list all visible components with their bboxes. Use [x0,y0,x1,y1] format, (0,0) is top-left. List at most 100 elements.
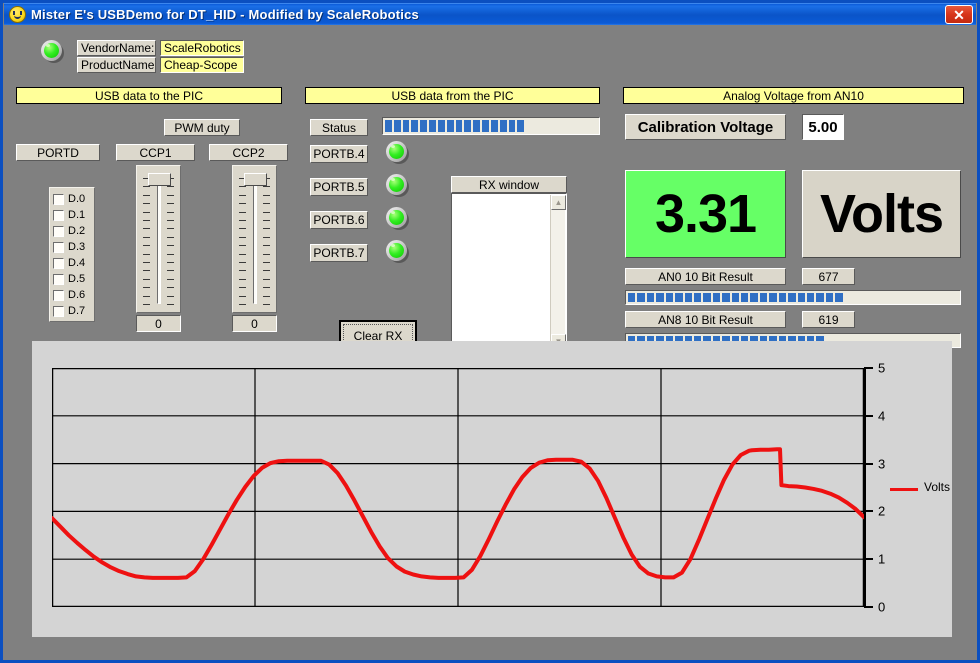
voltage-unit-label: Volts [802,170,961,258]
chart-y-tick [864,367,873,369]
ccp1-slider[interactable] [136,165,181,313]
ccp1-slider-thumb[interactable] [148,173,171,186]
portb-label: PORTB.7 [310,244,368,262]
progress-block [464,120,471,132]
progress-block [647,293,654,302]
portb-led [386,174,409,197]
progress-block [491,120,498,132]
an0-progress-blocks [628,293,845,302]
an0-result-value: 677 [802,268,855,285]
progress-block [826,293,833,302]
scroll-up-icon[interactable]: ▲ [551,195,566,210]
usb-to-pic-header: USB data to the PIC [16,87,282,104]
chart-y-tick-label: 4 [878,408,885,423]
calibration-voltage-label: Calibration Voltage [625,114,786,140]
checkbox-icon[interactable] [53,306,64,317]
progress-block [685,293,692,302]
progress-block [807,293,814,302]
ccp2-slider-ticks-left [239,178,246,304]
progress-block [788,293,795,302]
portd-checkbox-label: D.3 [68,242,85,253]
product-name-value: Cheap-Scope [160,57,244,73]
progress-block [456,120,463,132]
progress-block [447,120,454,132]
progress-block [835,293,842,302]
progress-block [473,120,480,132]
portd-checkbox-row[interactable]: D.0 [53,192,95,207]
checkbox-icon[interactable] [53,210,64,221]
checkbox-icon[interactable] [53,258,64,269]
progress-block [722,293,729,302]
calibration-voltage-value[interactable]: 5.00 [802,114,844,140]
portd-checkbox-row[interactable]: D.4 [53,256,95,271]
chart-y-tick-label: 5 [878,361,885,376]
chart-y-tick [864,415,873,417]
vendor-name-value: ScaleRobotics [160,40,244,56]
progress-block [628,293,635,302]
chart-y-tick-label: 1 [878,552,885,567]
chart-y-tick [864,463,873,465]
progress-block [769,293,776,302]
ccp1-slider-ticks-left [143,178,150,304]
an8-result-value: 619 [802,311,855,328]
progress-block [656,293,663,302]
chart-legend-swatch [890,488,918,491]
portd-checkbox-label: D.5 [68,274,85,285]
progress-block [703,293,710,302]
usb-from-pic-header: USB data from the PIC [305,87,600,104]
checkbox-icon[interactable] [53,290,64,301]
progress-block [732,293,739,302]
progress-block [816,293,823,302]
voltage-chart-plot [52,368,864,607]
voltage-chart-panel: 012345 Volts [32,341,952,637]
pwm-duty-label: PWM duty [164,119,240,136]
checkbox-icon[interactable] [53,242,64,253]
progress-block [420,120,427,132]
progress-block [509,120,516,132]
portd-checkbox-row[interactable]: D.6 [53,288,95,303]
vendor-name-label: VendorName: [77,40,156,56]
checkbox-icon[interactable] [53,274,64,285]
progress-block [713,293,720,302]
analog-voltage-header: Analog Voltage from AN10 [623,87,964,104]
progress-block [482,120,489,132]
ccp2-slider[interactable] [232,165,277,313]
portd-checkbox-label: D.4 [68,258,85,269]
ccp2-slider-thumb[interactable] [244,173,267,186]
progress-block [694,293,701,302]
portd-checkbox-row[interactable]: D.3 [53,240,95,255]
portd-checkbox-label: D.7 [68,306,85,317]
chart-y-tick-label: 2 [878,504,885,519]
rx-window[interactable]: ▲ ▼ [451,193,567,351]
ccp2-label: CCP2 [209,144,288,161]
close-icon[interactable]: ✕ [945,5,973,24]
progress-block [798,293,805,302]
portd-checkbox-row[interactable]: D.7 [53,304,95,319]
title-bar: Mister E's USBDemo for DT_HID - Modified… [4,3,976,25]
chart-legend-label: Volts [924,480,950,494]
checkbox-icon[interactable] [53,226,64,237]
chart-axis-line [864,368,866,607]
smiley-face-icon [9,6,26,23]
progress-block [741,293,748,302]
portd-checkbox-row[interactable]: D.2 [53,224,95,239]
portb-led [386,207,409,230]
portd-checkbox-row[interactable]: D.1 [53,208,95,223]
an0-progress-bar [625,290,961,305]
portb-led [386,141,409,164]
connection-led [41,40,64,63]
progress-block [760,293,767,302]
ccp1-value: 0 [136,315,181,332]
portb-label: PORTB.5 [310,178,368,196]
portd-checkbox-row[interactable]: D.5 [53,272,95,287]
portd-checkbox-group: D.0D.1D.2 D.3 D.4 D.5 D.6 D.7 [49,187,95,322]
window-title: Mister E's USBDemo for DT_HID - Modified… [31,7,419,22]
checkbox-icon[interactable] [53,194,64,205]
portd-checkbox-label: D.6 [68,290,85,301]
an8-result-label: AN8 10 Bit Result [625,311,786,328]
portb-led [386,240,409,263]
ccp2-slider-groove [253,178,257,304]
rx-window-scrollbar[interactable]: ▲ ▼ [550,195,565,349]
product-name-label: ProductName: [77,57,156,73]
voltage-readout: 3.31 [625,170,786,258]
